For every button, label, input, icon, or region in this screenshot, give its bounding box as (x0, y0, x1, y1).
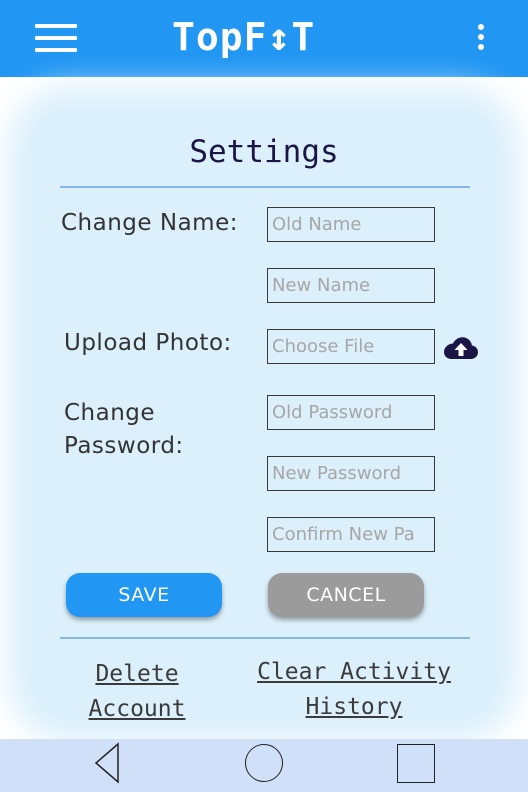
delete-account-link[interactable]: Delete Account (66, 657, 208, 727)
recent-apps-square-icon[interactable] (397, 744, 435, 783)
kebab-dot (478, 24, 484, 30)
delete-account-link-line2: Account (88, 696, 186, 722)
clear-activity-history-link-line1: Clear Activity (257, 659, 451, 685)
actions-divider (60, 637, 470, 639)
menu-line (35, 24, 77, 28)
change-password-label-line2: Password: (64, 433, 184, 459)
clear-activity-history-link[interactable]: Clear Activity History (254, 655, 454, 725)
old-name-input[interactable] (267, 207, 435, 242)
cancel-button[interactable]: CANCEL (268, 573, 424, 617)
old-password-input[interactable] (267, 395, 435, 430)
delete-account-link-line1: Delete (95, 661, 179, 687)
more-vertical-icon[interactable] (472, 24, 490, 52)
change-name-label: Change Name: (61, 210, 238, 236)
confirm-password-input[interactable] (267, 517, 435, 552)
menu-line (35, 36, 77, 40)
kebab-dot (478, 34, 484, 40)
title-divider (60, 186, 470, 188)
kebab-dot (478, 44, 484, 50)
upload-photo-label: Upload Photo: (64, 330, 232, 356)
hamburger-menu-icon[interactable] (35, 22, 77, 54)
cloud-upload-icon[interactable] (443, 336, 479, 360)
new-name-input[interactable] (267, 268, 435, 303)
choose-file-input[interactable] (267, 329, 435, 364)
save-button[interactable]: SAVE (66, 573, 222, 617)
app-logo-title: TopF↕T (172, 15, 316, 59)
home-circle-icon[interactable] (245, 744, 283, 782)
back-triangle-icon[interactable] (93, 742, 123, 784)
page-title: Settings (189, 134, 339, 170)
new-password-input[interactable] (267, 456, 435, 491)
menu-line (35, 48, 77, 52)
clear-activity-history-link-line2: History (305, 694, 403, 720)
change-password-label-line1: Change (64, 400, 156, 426)
